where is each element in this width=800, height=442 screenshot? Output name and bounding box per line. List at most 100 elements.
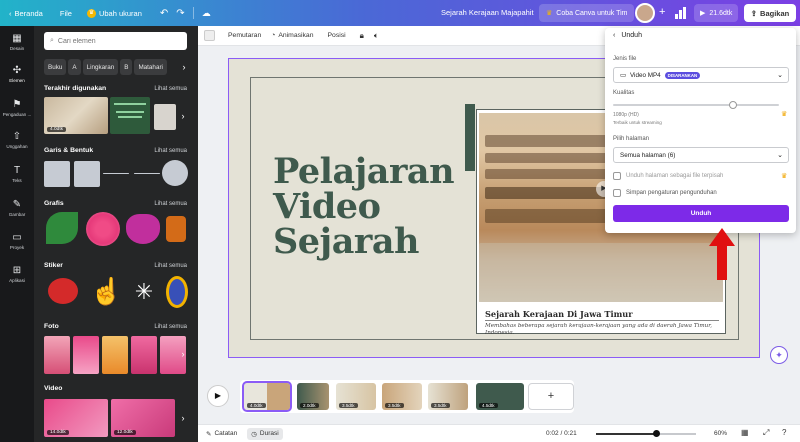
separate-files-option[interactable]: Unduh halaman sebagai file terpisah	[613, 172, 723, 180]
video-thumbnail[interactable]: 14.0dtk	[44, 399, 108, 437]
separate-files-checkbox[interactable]	[613, 172, 621, 180]
notes-button[interactable]: ✎ Catatan	[206, 430, 237, 438]
timeline-clip[interactable]: 3.5dtk	[428, 383, 468, 410]
file-type-select[interactable]: ▭ Video MP4 DISARANKAN ⌄	[613, 67, 789, 83]
recent-see-all[interactable]: Lihat semua	[154, 86, 187, 92]
chevron-right-icon[interactable]: ›	[178, 348, 188, 360]
lock-icon[interactable]: 🔒︎	[360, 31, 364, 41]
download-button[interactable]: Unduh	[613, 205, 789, 222]
timeline-clip[interactable]: 4.0dtk	[242, 381, 292, 412]
photo-thumbnail[interactable]	[73, 336, 99, 374]
square-shape[interactable]	[44, 161, 70, 187]
chip[interactable]: Buku	[44, 59, 67, 75]
fullscreen-icon[interactable]: ⤢	[763, 428, 769, 438]
rail-item-elements[interactable]: ✣ Elemen	[0, 65, 34, 84]
sticker[interactable]	[48, 278, 78, 304]
undo-button[interactable]: ↶	[160, 8, 168, 19]
document-title[interactable]: Sejarah Kerajaan Majapahit	[441, 8, 534, 17]
chip[interactable]: Matahari	[134, 59, 167, 75]
recent-item[interactable]: 4.0dtk	[44, 97, 108, 134]
timeline-clip[interactable]: 2.0dtk	[297, 383, 329, 410]
zoom-slider[interactable]	[596, 430, 696, 437]
video-thumbnail[interactable]: 12.0dtk	[111, 399, 175, 437]
side-rail: ▦ Desain ✣ Elemen ⚑ Pengaduan ... ⇧ Unggahan…	[0, 26, 34, 442]
chip[interactable]: B	[120, 59, 133, 75]
chevron-right-icon[interactable]: ›	[178, 110, 188, 122]
rail-item-apps[interactable]: ⊞ Aplikasi	[0, 266, 34, 284]
search-input[interactable]	[57, 37, 168, 45]
position-button[interactable]: Posisi	[328, 32, 346, 39]
timeline-clip[interactable]: 4.5dtk	[476, 383, 524, 410]
recent-item[interactable]	[110, 97, 150, 134]
rail-item-text[interactable]: T Teks	[0, 166, 34, 184]
photo-thumbnail[interactable]	[102, 336, 128, 374]
share-button[interactable]: ⇪ Bagikan	[744, 4, 796, 22]
chip[interactable]: A	[68, 59, 81, 75]
graphics-see-all[interactable]: Lihat semua	[154, 201, 187, 207]
rail-item-uploads[interactable]: ⇧ Unggahan	[0, 131, 34, 150]
rail-item-design[interactable]: ▦ Desain	[0, 34, 34, 52]
photo-thumbnail[interactable]	[44, 336, 70, 374]
circle-shape[interactable]	[162, 160, 188, 186]
zoom-level[interactable]: 60%	[714, 430, 727, 437]
timeline-play-button[interactable]: ▶	[207, 385, 229, 407]
bull-graphic[interactable]	[126, 214, 160, 244]
grid-view-icon[interactable]: ▦	[741, 428, 749, 437]
square-shape[interactable]	[74, 161, 100, 187]
timeline-clip[interactable]: 3.5dtk	[382, 383, 422, 410]
file-menu[interactable]: File	[60, 9, 72, 18]
photo-thumbnail[interactable]	[131, 336, 157, 374]
rail-item-projects[interactable]: ▭ Proyek	[0, 233, 34, 251]
burst-graphic[interactable]	[86, 212, 120, 246]
arrow-shape[interactable]	[134, 173, 160, 174]
add-collaborator-icon[interactable]: +	[659, 7, 665, 18]
redo-button[interactable]: ↷	[176, 8, 184, 19]
caption-title[interactable]: Sejarah Kerajaan Di Jawa Timur	[485, 309, 633, 319]
stickers-see-all[interactable]: Lihat semua	[154, 263, 187, 269]
chevron-right-icon[interactable]: ›	[178, 412, 188, 424]
magic-assistant-icon[interactable]: ✦	[770, 346, 788, 364]
photos-see-all[interactable]: Lihat semua	[154, 324, 187, 330]
avatar[interactable]	[635, 3, 655, 23]
leaf-graphic[interactable]	[46, 212, 78, 244]
shapes-icon: ✣	[12, 65, 22, 76]
search-box[interactable]: ⌕	[44, 32, 187, 50]
back-icon[interactable]: ‹	[613, 32, 615, 39]
save-settings-checkbox[interactable]	[613, 189, 621, 197]
help-icon[interactable]: ?	[782, 428, 786, 437]
animate-button[interactable]: ◔ Animasikan	[271, 32, 313, 39]
volume-icon[interactable]: 🔈︎	[374, 31, 379, 41]
pages-select[interactable]: Semua halaman (6) ⌄	[613, 147, 789, 163]
lines-see-all[interactable]: Lihat semua	[154, 148, 187, 154]
recommended-badge: DISARANKAN	[664, 71, 701, 79]
caption-text[interactable]: Membahas beberapa sejarah kerajaan-keraj…	[485, 323, 719, 337]
try-team-button[interactable]: ♛ Coba Canva untuk Tim	[539, 4, 635, 22]
rail-item-brand[interactable]: ⚑ Pengaduan ...	[0, 100, 34, 118]
home-button[interactable]: ‹ Beranda	[9, 9, 43, 18]
hand-sticker[interactable]: ☝	[90, 274, 116, 308]
zoom-slider-knob[interactable]	[653, 430, 660, 437]
sticker[interactable]	[166, 276, 188, 308]
shoe-graphic[interactable]	[166, 216, 186, 242]
sparkle-sticker[interactable]: ✳	[130, 278, 158, 306]
slide-title[interactable]: Pelajaran Video Sejarah	[273, 154, 455, 259]
color-swatch[interactable]	[204, 30, 215, 41]
recent-item[interactable]	[154, 104, 176, 130]
divider	[192, 7, 194, 19]
rail-item-draw[interactable]: ✎ Gambar	[0, 200, 34, 218]
quality-slider[interactable]	[613, 101, 779, 109]
chevron-right-icon[interactable]: ›	[179, 59, 189, 75]
timeline-clip[interactable]: 3.5dtk	[336, 383, 376, 410]
add-page-button[interactable]: +	[528, 383, 574, 410]
quality-slider-knob[interactable]	[729, 101, 738, 109]
upload-icon: ⇧	[12, 131, 22, 142]
resize-button[interactable]: ♛ Ubah ukuran	[86, 8, 142, 18]
present-button[interactable]: ▶ 21.6dtk	[694, 4, 739, 22]
save-settings-option[interactable]: Simpan pengaturan pengunduhan	[613, 189, 717, 197]
line-shape[interactable]	[103, 173, 129, 174]
cloud-sync-icon[interactable]: ☁	[202, 8, 211, 19]
duration-button[interactable]: ◷ Durasi	[247, 427, 283, 440]
playback-button[interactable]: Pemutaran	[228, 32, 261, 39]
chip[interactable]: Lingkaran	[82, 59, 119, 75]
analytics-icon[interactable]	[675, 6, 687, 19]
